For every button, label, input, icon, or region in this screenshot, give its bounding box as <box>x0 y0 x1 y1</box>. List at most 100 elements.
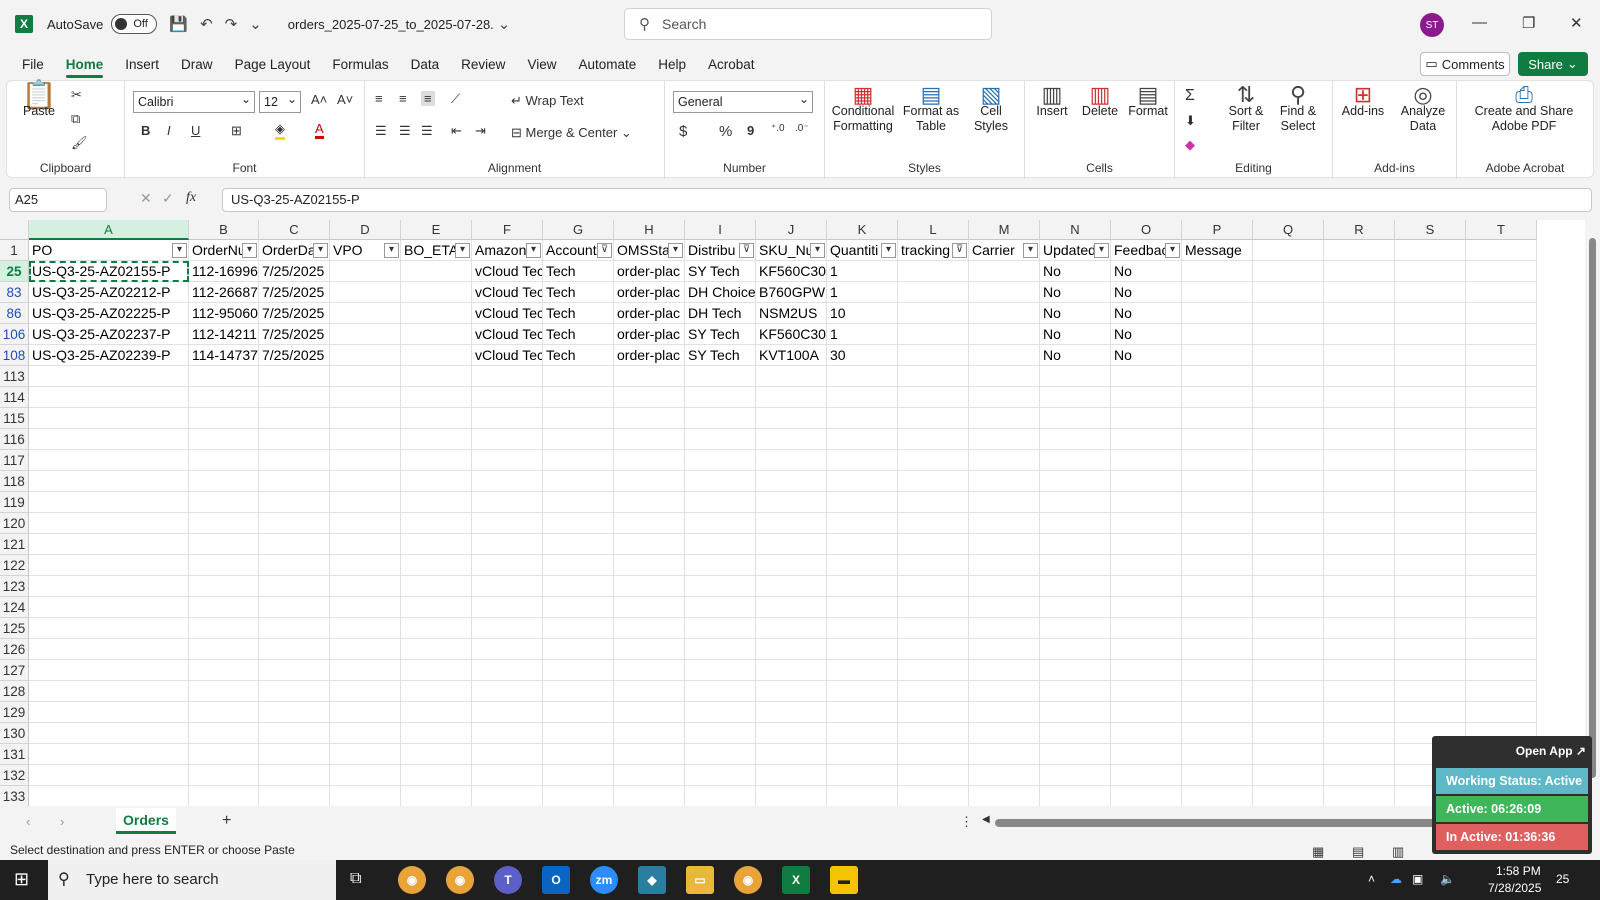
align-right-icon[interactable]: ☰ <box>421 123 433 139</box>
table-cell[interactable] <box>1182 387 1253 408</box>
table-cell[interactable] <box>1111 534 1182 555</box>
table-cell[interactable] <box>189 744 259 765</box>
table-cell[interactable] <box>1324 639 1395 660</box>
table-cell[interactable] <box>756 681 827 702</box>
table-cell[interactable] <box>685 576 756 597</box>
tab-formulas[interactable]: Formulas <box>321 50 399 78</box>
table-cell[interactable] <box>472 429 543 450</box>
table-cell[interactable] <box>1395 324 1466 345</box>
table-cell[interactable] <box>614 702 685 723</box>
row-header[interactable]: 116 <box>0 429 29 450</box>
table-cell[interactable] <box>1466 408 1537 429</box>
filter-dropdown-icon[interactable]: ▾ <box>384 243 399 258</box>
font-color-icon[interactable]: A <box>315 121 324 139</box>
table-cell[interactable]: No <box>1111 303 1182 324</box>
table-cell[interactable] <box>756 723 827 744</box>
table-cell[interactable] <box>29 471 189 492</box>
table-cell[interactable] <box>1324 345 1395 366</box>
column-header-m[interactable]: M <box>969 220 1040 240</box>
increase-font-icon[interactable]: A˄ <box>311 92 327 107</box>
table-cell[interactable] <box>259 786 330 806</box>
table-cell[interactable] <box>1395 660 1466 681</box>
merge-center-button[interactable]: ⊟ Merge & Center ⌄ <box>511 125 632 141</box>
table-cell[interactable] <box>1182 786 1253 806</box>
table-cell[interactable] <box>614 429 685 450</box>
table-cell[interactable]: 7/25/2025 <box>259 282 330 303</box>
table-cell[interactable] <box>401 681 472 702</box>
format-painter-icon[interactable]: 🖌 <box>71 135 88 151</box>
table-cell[interactable] <box>969 744 1040 765</box>
clock-time[interactable]: 1:58 PM <box>1496 864 1541 878</box>
table-cell[interactable] <box>1324 387 1395 408</box>
table-cell[interactable] <box>827 555 898 576</box>
table-cell[interactable] <box>614 786 685 806</box>
table-cell[interactable] <box>1395 492 1466 513</box>
table-cell[interactable] <box>401 387 472 408</box>
table-cell[interactable] <box>1324 534 1395 555</box>
table-cell[interactable] <box>614 576 685 597</box>
table-cell[interactable] <box>543 702 614 723</box>
table-header-cell[interactable]: OMSSta ▾ <box>614 240 685 261</box>
tab-file[interactable]: File <box>11 50 55 78</box>
table-cell[interactable] <box>259 555 330 576</box>
table-cell[interactable] <box>1040 471 1111 492</box>
table-cell[interactable] <box>969 261 1040 282</box>
table-cell[interactable] <box>1040 702 1111 723</box>
table-cell[interactable]: vCloud Tec <box>472 282 543 303</box>
table-cell[interactable] <box>189 513 259 534</box>
table-cell[interactable]: order-plac <box>614 261 685 282</box>
table-cell[interactable] <box>1324 597 1395 618</box>
next-sheet-icon[interactable]: › <box>60 814 64 829</box>
table-cell[interactable] <box>1395 471 1466 492</box>
table-cell[interactable] <box>29 660 189 681</box>
table-cell[interactable] <box>543 555 614 576</box>
column-header-c[interactable]: C <box>259 220 330 240</box>
table-cell[interactable] <box>472 639 543 660</box>
table-cell[interactable] <box>1253 324 1324 345</box>
table-cell[interactable] <box>1182 282 1253 303</box>
table-cell[interactable] <box>756 534 827 555</box>
autosum-icon[interactable]: Σ <box>1185 87 1195 105</box>
table-cell[interactable] <box>259 639 330 660</box>
tab-automate[interactable]: Automate <box>567 50 647 78</box>
delete-cells-button[interactable]: ▥ Delete <box>1077 84 1123 119</box>
table-cell[interactable] <box>1253 471 1324 492</box>
table-cell[interactable] <box>1253 744 1324 765</box>
row-header[interactable]: 115 <box>0 408 29 429</box>
table-cell[interactable] <box>614 723 685 744</box>
filter-dropdown-icon[interactable]: ▾ <box>1094 243 1109 258</box>
increase-indent-icon[interactable]: ⇥ <box>475 123 486 139</box>
table-cell[interactable]: 7/25/2025 <box>259 303 330 324</box>
table-cell[interactable] <box>543 429 614 450</box>
table-cell[interactable] <box>969 513 1040 534</box>
table-cell[interactable] <box>1466 240 1537 261</box>
table-cell[interactable] <box>330 786 401 806</box>
column-header-d[interactable]: D <box>330 220 401 240</box>
table-cell[interactable] <box>1182 597 1253 618</box>
table-cell[interactable] <box>614 618 685 639</box>
table-cell[interactable] <box>189 576 259 597</box>
tab-acrobat[interactable]: Acrobat <box>697 50 766 78</box>
table-header-cell[interactable]: PO ▾ <box>29 240 189 261</box>
table-cell[interactable] <box>756 639 827 660</box>
row-header[interactable]: 127 <box>0 660 29 681</box>
table-cell[interactable] <box>1253 723 1324 744</box>
table-cell[interactable] <box>259 702 330 723</box>
table-cell[interactable] <box>756 450 827 471</box>
table-cell[interactable] <box>1395 681 1466 702</box>
table-cell[interactable] <box>259 618 330 639</box>
table-cell[interactable] <box>898 513 969 534</box>
table-cell[interactable] <box>189 555 259 576</box>
table-cell[interactable] <box>969 786 1040 806</box>
table-cell[interactable] <box>1253 681 1324 702</box>
row-header[interactable]: 131 <box>0 744 29 765</box>
teams-icon[interactable]: T <box>494 866 522 894</box>
zoom-icon[interactable]: zm <box>590 866 618 894</box>
table-cell[interactable] <box>29 681 189 702</box>
table-header-cell[interactable]: OrderDa ▾ <box>259 240 330 261</box>
decrease-font-icon[interactable]: A˅ <box>337 92 353 107</box>
open-app-link[interactable]: Open App ↗ <box>1516 744 1586 758</box>
column-header-n[interactable]: N <box>1040 220 1111 240</box>
table-cell[interactable] <box>29 702 189 723</box>
table-cell[interactable] <box>189 366 259 387</box>
